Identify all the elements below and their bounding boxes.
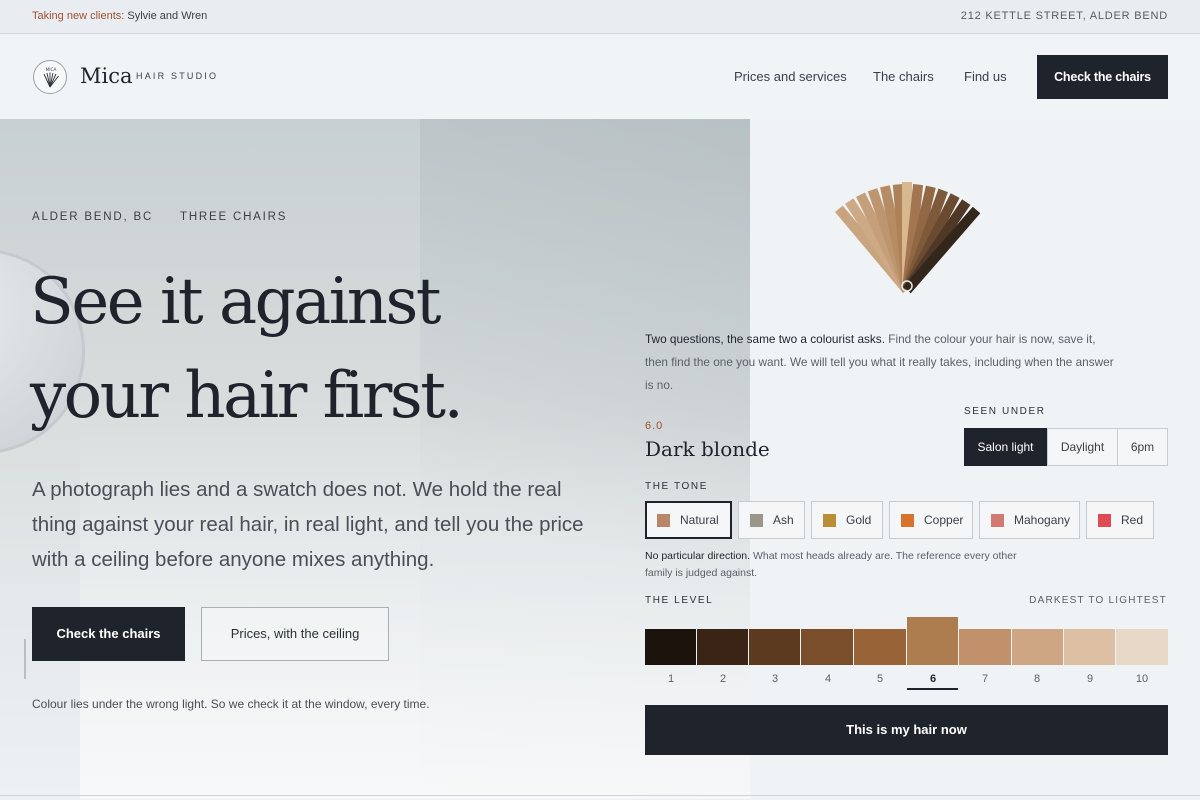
level-range-hint: DARKEST TO LIGHTEST xyxy=(1029,595,1167,606)
level-number-9[interactable]: 9 xyxy=(1064,673,1116,685)
studio-address: 212 KETTLE STREET, ALDER BEND xyxy=(960,10,1168,22)
tone-option-label: Copper xyxy=(924,513,964,527)
tone-desc-lead: No particular direction. xyxy=(645,550,751,562)
light-option-6pm[interactable]: 6pm xyxy=(1117,428,1168,466)
level-swatch-5[interactable] xyxy=(854,629,906,665)
level-swatch-1[interactable] xyxy=(645,629,696,665)
level-swatch-9[interactable] xyxy=(1064,629,1115,665)
nav-find-us[interactable]: Find us xyxy=(964,69,1007,84)
tone-option-ash[interactable]: Ash xyxy=(738,501,805,539)
nav-the-chairs[interactable]: The chairs xyxy=(873,69,934,84)
page-divider xyxy=(0,795,1200,796)
light-option-salon[interactable]: Salon light xyxy=(964,428,1047,466)
tone-option-gold[interactable]: Gold xyxy=(811,501,883,539)
level-number-5[interactable]: 5 xyxy=(854,673,906,685)
level-number-8[interactable]: 8 xyxy=(1011,673,1063,685)
level-swatch-6[interactable] xyxy=(907,617,958,665)
level-swatch-10[interactable] xyxy=(1116,629,1168,665)
level-number-2[interactable]: 2 xyxy=(697,673,749,685)
tone-option-natural[interactable]: Natural xyxy=(645,501,732,539)
brand-subtitle: HAIR STUDIO xyxy=(136,71,219,81)
location-tag: ALDER BEND, BC xyxy=(32,211,154,223)
tone-label: THE TONE xyxy=(645,481,708,492)
tone-swatch xyxy=(991,514,1004,527)
panel-intro: Two questions, the same two a colourist … xyxy=(645,328,1115,397)
tone-option-mahogany[interactable]: Mahogany xyxy=(979,501,1080,539)
tone-swatch xyxy=(1098,514,1111,527)
chairs-tag: THREE CHAIRS xyxy=(180,211,288,223)
logo-text: MICA xyxy=(46,67,57,72)
tone-option-label: Natural xyxy=(680,513,719,527)
light-option-daylight[interactable]: Daylight xyxy=(1047,428,1118,466)
level-number-3[interactable]: 3 xyxy=(749,673,801,685)
tone-option-label: Red xyxy=(1121,513,1144,527)
level-number-6[interactable]: 6 xyxy=(907,673,959,685)
nav-prices-and-services[interactable]: Prices and services xyxy=(734,69,847,84)
this-is-my-hair-button[interactable]: This is my hair now xyxy=(645,705,1168,755)
hero-description: A photograph lies and a swatch does not.… xyxy=(32,478,584,571)
tone-swatch xyxy=(901,514,914,527)
hero-heading: See it against your hair first. xyxy=(30,265,464,433)
header-check-chairs-button[interactable]: Check the chairs xyxy=(1037,55,1168,99)
level-number-1[interactable]: 1 xyxy=(645,673,697,685)
tone-option-red[interactable]: Red xyxy=(1086,501,1154,539)
new-clients-label: Taking new clients: xyxy=(32,10,125,22)
tone-description: No particular direction. What most heads… xyxy=(645,548,1035,582)
tone-option-label: Mahogany xyxy=(1014,513,1071,527)
swatch-fan-image xyxy=(835,182,981,294)
new-clients-notice: Taking new clients: Sylvie and Wren xyxy=(32,10,207,22)
level-swatch-4[interactable] xyxy=(801,629,853,665)
brand-name[interactable]: Mica xyxy=(80,64,133,88)
tone-option-label: Ash xyxy=(773,513,794,527)
level-swatch-7[interactable] xyxy=(959,629,1011,665)
tone-option-label: Gold xyxy=(846,513,872,527)
check-chairs-button[interactable]: Check the chairs xyxy=(32,607,185,661)
level-number-7[interactable]: 7 xyxy=(959,673,1011,685)
hero-note: Colour lies under the wrong light. So we… xyxy=(32,697,430,711)
announcement-bar: Taking new clients: Sylvie and Wren 212 … xyxy=(0,0,1200,34)
tone-swatch xyxy=(750,514,763,527)
level-swatch-3[interactable] xyxy=(749,629,800,665)
site-header: MICA Mica HAIR STUDIO Prices and service… xyxy=(0,35,1200,119)
new-clients-names: Sylvie and Wren xyxy=(127,10,208,22)
selected-level-indicator xyxy=(907,688,958,690)
level-label: THE LEVEL xyxy=(645,595,714,606)
prices-with-ceiling-button[interactable]: Prices, with the ceiling xyxy=(201,607,389,661)
level-swatch-8[interactable] xyxy=(1012,629,1063,665)
intro-lead: Two questions, the same two a colourist … xyxy=(645,332,885,346)
color-name: Dark blonde xyxy=(645,437,770,461)
level-number-10[interactable]: 10 xyxy=(1116,673,1168,685)
tone-swatch xyxy=(823,514,836,527)
level-swatch-2[interactable] xyxy=(697,629,748,665)
level-number-4[interactable]: 4 xyxy=(802,673,854,685)
level-code: 6.0 xyxy=(645,420,664,432)
logo-fan-icon[interactable]: MICA xyxy=(33,60,67,94)
tone-option-copper[interactable]: Copper xyxy=(889,501,973,539)
tone-swatch xyxy=(657,514,670,527)
seen-under-label: SEEN UNDER xyxy=(964,406,1046,417)
